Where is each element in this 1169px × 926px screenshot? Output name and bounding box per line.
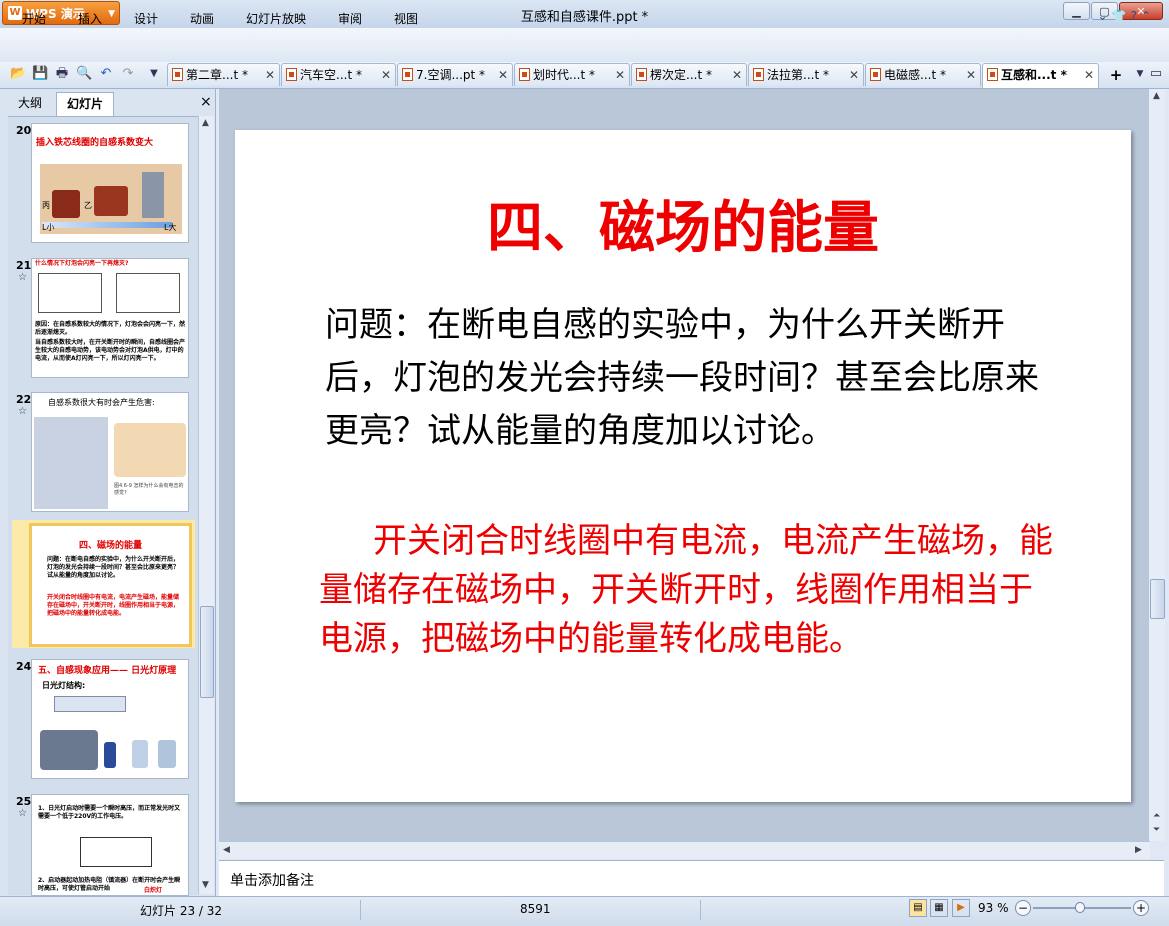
menu-design[interactable]: 设计 <box>134 10 158 27</box>
new-tab-plus-icon[interactable]: + <box>1101 65 1131 85</box>
menu-home[interactable]: 开始 <box>22 10 46 27</box>
notes-pane[interactable] <box>219 860 1164 897</box>
tube-illustration <box>54 696 126 712</box>
doc-tab-6[interactable]: 法拉第...t * ✕ <box>748 63 864 86</box>
close-panel-icon[interactable]: × <box>200 94 212 110</box>
close-tab-icon[interactable]: ✕ <box>498 64 508 86</box>
tab-slides[interactable]: 幻灯片 <box>56 92 114 116</box>
open-folder-icon[interactable]: 📂 <box>10 66 26 82</box>
menu-slideshow[interactable]: 幻灯片放映 <box>246 10 306 27</box>
illustration <box>114 423 186 477</box>
ppt-file-icon <box>172 68 183 81</box>
scrollbar-thumb[interactable] <box>1150 579 1165 619</box>
ppt-file-icon <box>987 68 998 81</box>
quick-access-dropdown-icon[interactable]: ▼ <box>146 66 162 82</box>
notes-placeholder[interactable]: 单击添加备注 <box>230 870 314 890</box>
slide-thumbnail-21[interactable]: 什么情况下灯泡会闪亮一下再熄灭? 原因：在自感系数较大的情况下，灯泡会会闪亮一下… <box>31 258 189 378</box>
slide-thumbnail-20[interactable]: 插入铁芯线圈的自感系数变大 丙 乙 L小 L大 <box>31 123 189 243</box>
menu-bar <box>0 28 1169 63</box>
window-title: 互感和自感课件.ppt * <box>520 10 649 25</box>
menu-view[interactable]: 视图 <box>394 10 418 27</box>
close-tab-icon[interactable]: ✕ <box>966 64 976 86</box>
scroll-right-icon[interactable]: ▶ <box>1135 845 1142 855</box>
ppt-file-icon <box>286 68 297 81</box>
save-icon[interactable]: 💾 <box>32 66 48 82</box>
print-icon[interactable]: 🖶 <box>54 66 70 82</box>
close-tab-icon[interactable]: ✕ <box>849 64 859 86</box>
scroll-prev-slide-icon[interactable]: ⏶ <box>1153 811 1160 821</box>
zoom-out-icon[interactable]: − <box>1015 900 1031 916</box>
doc-tab-5[interactable]: 楞次定...t * ✕ <box>631 63 747 86</box>
close-tab-icon[interactable]: ✕ <box>732 64 742 86</box>
undo-icon[interactable]: ↶ <box>98 66 114 82</box>
tab-list-dropdown-icon[interactable]: ▼ <box>1132 66 1148 82</box>
close-tab-icon[interactable]: ✕ <box>615 64 625 86</box>
ppt-file-icon <box>636 68 647 81</box>
redo-icon[interactable]: ↷ <box>120 66 136 82</box>
menu-insert[interactable]: 插入 <box>78 10 102 27</box>
slide-title[interactable]: 四、磁场的能量 <box>235 183 1131 264</box>
menu-animation[interactable]: 动画 <box>190 10 214 27</box>
circuit-diagram <box>80 837 152 867</box>
chevron-down-icon[interactable]: ⌄ <box>1098 9 1112 23</box>
illustration <box>34 417 108 509</box>
slide-number: 21 <box>16 259 32 272</box>
normal-view-icon[interactable]: ▤ <box>909 899 927 917</box>
slide-sorter-icon[interactable]: ▦ <box>930 899 948 917</box>
slide-thumbnail-25[interactable]: 1、日光灯启动时需要一个瞬时高压，而正常发光时又需要一个低于220V的工作电压。… <box>31 794 189 896</box>
scroll-next-slide-icon[interactable]: ⏷ <box>1153 825 1160 835</box>
animation-star-icon: ☆ <box>18 808 27 819</box>
main-horizontal-scrollbar[interactable]: ◀ ▶ <box>219 841 1150 859</box>
circuit-diagram <box>38 273 102 313</box>
thumbnail-scrollbar[interactable]: ▲ ▼ <box>198 116 214 894</box>
doc-tab-2[interactable]: 汽车空...t * ✕ <box>281 63 396 86</box>
ppt-file-icon <box>519 68 530 81</box>
restore-tabs-icon[interactable]: ▭ <box>1148 66 1164 82</box>
slide-thumbnail-23[interactable]: 四、磁场的能量 问题：在断电自感的实验中，为什么开关断开后，灯泡的发光会持续一段… <box>29 523 192 647</box>
slide-number: 22 <box>16 393 32 406</box>
close-tab-icon[interactable]: ✕ <box>265 64 275 86</box>
status-number: 8591 <box>520 902 551 916</box>
doc-tab-4[interactable]: 划时代...t * ✕ <box>514 63 630 86</box>
slide-number: 25 <box>16 795 32 808</box>
slide-indicator: 幻灯片 23 / 32 <box>140 904 223 918</box>
ppt-file-icon <box>753 68 764 81</box>
minimize-button[interactable]: ▁ <box>1063 2 1090 20</box>
slide-thumbnail-24[interactable]: 五、自感现象应用—— 日光灯原理 日光灯结构: <box>31 659 189 779</box>
circuit-diagram <box>116 273 180 313</box>
ppt-file-icon <box>402 68 413 81</box>
doc-tab-1[interactable]: 第二章...t * ✕ <box>167 63 280 86</box>
skin-icon[interactable]: 👕 <box>1112 9 1131 23</box>
slide-number: 20 <box>16 124 32 137</box>
animation-star-icon: ☆ <box>18 272 27 283</box>
print-preview-icon[interactable]: 🔍 <box>76 66 92 82</box>
ppt-file-icon <box>870 68 881 81</box>
ribbon-collapse-icon[interactable]: ⌃ <box>1141 9 1155 23</box>
close-tab-icon[interactable]: ✕ <box>381 64 391 86</box>
zoom-level[interactable]: 93 % <box>978 901 1009 915</box>
zoom-in-icon[interactable]: + <box>1133 900 1149 916</box>
tab-outline[interactable]: 大纲 <box>6 92 54 116</box>
scroll-up-icon[interactable]: ▲ <box>202 118 209 128</box>
doc-tab-7[interactable]: 电磁感...t * ✕ <box>865 63 981 86</box>
scroll-left-icon[interactable]: ◀ <box>223 845 230 855</box>
zoom-slider-thumb[interactable] <box>1075 902 1086 913</box>
slide-answer-text[interactable]: 开关闭合时线圈中有电流，电流产生磁场，能量储存在磁场中，开关断开时，线圈作用相当… <box>319 517 1059 664</box>
slide-number: 24 <box>16 660 32 673</box>
scroll-up-icon[interactable]: ▲ <box>1153 91 1160 101</box>
slide-thumbnail-22[interactable]: 自感系数很大有时会产生危害: 图4.6-9 怎样为什么会有电击的感觉? <box>31 392 189 512</box>
doc-tab-active[interactable]: 互感和...t * ✕ <box>982 63 1099 88</box>
main-vertical-scrollbar[interactable]: ▲ ⏶ ⏷ <box>1148 89 1165 841</box>
menu-review[interactable]: 审阅 <box>338 10 362 27</box>
animation-star-icon: ☆ <box>18 406 27 417</box>
ballast-illustration <box>40 730 98 770</box>
slide-question-text[interactable]: 问题：在断电自感的实验中，为什么开关断开后，灯泡的发光会持续一段时间？甚至会比原… <box>325 299 1055 458</box>
help-icon[interactable]: ? <box>1131 9 1141 23</box>
close-tab-icon[interactable]: ✕ <box>1084 64 1094 86</box>
scroll-down-icon[interactable]: ▼ <box>202 880 209 890</box>
slideshow-play-icon[interactable]: ▶ <box>952 899 970 917</box>
doc-tab-3[interactable]: 7.空调...pt * ✕ <box>397 63 513 86</box>
scrollbar-thumb[interactable] <box>200 606 214 698</box>
